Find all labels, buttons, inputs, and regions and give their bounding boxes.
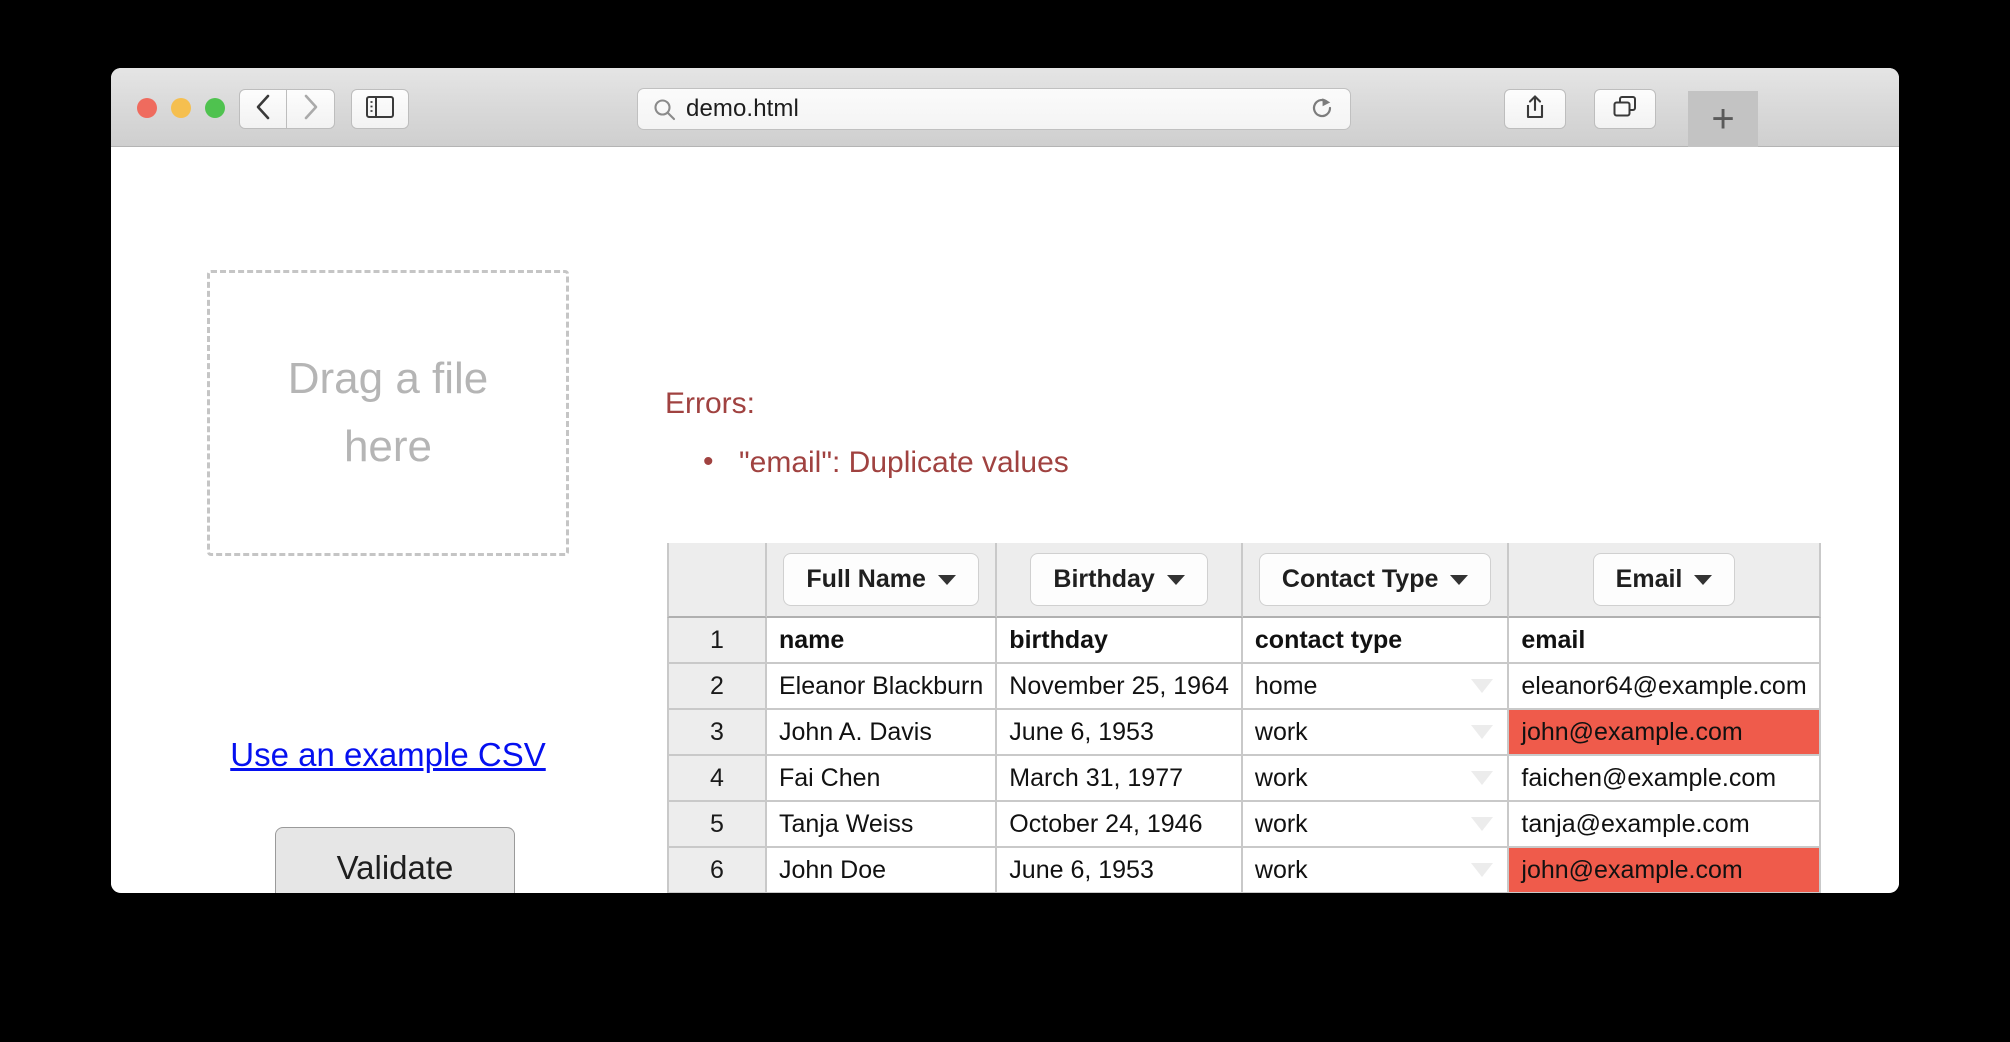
table-row: 5 Tanja Weiss October 24, 1946 work tanja@ex… xyxy=(667,802,1821,848)
share-button[interactable] xyxy=(1504,89,1566,129)
table-cell: John Doe xyxy=(767,848,998,893)
column-header-email: Email xyxy=(1509,543,1821,618)
error-item: "email": Duplicate values xyxy=(665,439,1069,485)
browser-window: demo.html + Drag a file here Use an exam… xyxy=(111,68,1899,893)
use-example-csv-link[interactable]: Use an example CSV xyxy=(223,736,553,774)
page-content: Drag a file here Use an example CSV Vali… xyxy=(111,147,1899,893)
row-number-cell: 6 xyxy=(667,848,767,893)
chevron-down-icon xyxy=(1166,575,1185,586)
table-header: Full Name Birthday Contact Type Email xyxy=(667,543,1821,618)
row-number-cell: 2 xyxy=(667,664,767,710)
table-cell: October 24, 1946 xyxy=(997,802,1243,848)
sidebar-toggle-icon xyxy=(366,95,394,123)
table-cell: eleanor64@example.com xyxy=(1509,664,1821,710)
column-select-label: Birthday xyxy=(1053,565,1155,593)
forward-button[interactable] xyxy=(287,89,335,129)
table-cell: contact type xyxy=(1242,618,1510,664)
address-bar[interactable]: demo.html xyxy=(637,88,1351,130)
new-tab-label: + xyxy=(1711,97,1735,141)
column-header-full-name: Full Name xyxy=(767,543,998,618)
errors-list: "email": Duplicate values xyxy=(665,439,1069,485)
table-cell: June 6, 1953 xyxy=(997,848,1243,893)
tab-overview-icon xyxy=(1612,95,1638,124)
table-cell-error: john@example.com xyxy=(1509,848,1821,893)
forward-chevron-icon xyxy=(303,94,319,125)
chevron-down-icon xyxy=(937,575,956,586)
chevron-down-icon xyxy=(1471,771,1494,785)
reload-button[interactable] xyxy=(1308,96,1336,124)
address-text[interactable]: demo.html xyxy=(686,95,799,123)
table-cell: Fai Chen xyxy=(767,756,998,802)
table-cell-error: john@example.com xyxy=(1509,710,1821,756)
table-cell: work xyxy=(1242,848,1510,893)
search-icon xyxy=(653,98,676,121)
column-select-full-name[interactable]: Full Name xyxy=(783,553,979,606)
browser-toolbar: demo.html + xyxy=(111,68,1899,147)
new-tab-button[interactable]: + xyxy=(1688,91,1758,147)
rownum-corner-cell xyxy=(667,543,767,618)
chevron-down-icon xyxy=(1471,679,1494,693)
row-number-cell: 3 xyxy=(667,710,767,756)
back-chevron-icon xyxy=(255,94,271,125)
table-cell: Eleanor Blackburn xyxy=(767,664,998,710)
back-button[interactable] xyxy=(239,89,287,129)
row-number-cell: 1 xyxy=(667,618,767,664)
table-cell: Tanja Weiss xyxy=(767,802,998,848)
table-row: 2 Eleanor Blackburn November 25, 1964 home e… xyxy=(667,664,1821,710)
csv-preview-table-wrapper: Full Name Birthday Contact Type Email 1 … xyxy=(667,543,1821,893)
table-cell: faichen@example.com xyxy=(1509,756,1821,802)
table-row: 4 Fai Chen March 31, 1977 work faichen@examp… xyxy=(667,756,1821,802)
column-select-label: Email xyxy=(1615,565,1683,593)
chevron-down-icon xyxy=(1450,575,1469,586)
window-controls xyxy=(137,98,225,118)
table-cell: November 25, 1964 xyxy=(997,664,1243,710)
column-header-contact-type: Contact Type xyxy=(1242,543,1510,618)
table-row: 6 John Doe June 6, 1953 work john@example.co… xyxy=(667,848,1821,893)
tab-overview-button[interactable] xyxy=(1594,89,1656,129)
column-mapping-row: Full Name Birthday Contact Type Email xyxy=(667,543,1821,618)
column-select-email[interactable]: Email xyxy=(1592,553,1736,606)
column-select-birthday[interactable]: Birthday xyxy=(1030,553,1208,606)
chevron-down-icon xyxy=(1694,575,1713,586)
table-row: 1 name birthday contact type email xyxy=(667,618,1821,664)
row-number-cell: 5 xyxy=(667,802,767,848)
table-cell: work xyxy=(1242,710,1510,756)
table-cell: birthday xyxy=(997,618,1243,664)
table-body: 1 name birthday contact type email 2 Eleanor B… xyxy=(667,618,1821,893)
file-dropzone[interactable]: Drag a file here xyxy=(207,270,569,556)
table-cell: name xyxy=(767,618,998,664)
chevron-down-icon xyxy=(1471,817,1494,831)
chevron-down-icon xyxy=(1471,863,1494,877)
validate-button[interactable]: Validate xyxy=(275,827,515,893)
maximize-window-button[interactable] xyxy=(205,98,225,118)
errors-heading: Errors: xyxy=(665,387,755,420)
sidebar-toggle-button[interactable] xyxy=(351,89,409,129)
column-select-label: Full Name xyxy=(806,565,926,593)
table-cell: work xyxy=(1242,756,1510,802)
row-number-cell: 4 xyxy=(667,756,767,802)
chevron-down-icon xyxy=(1471,725,1494,739)
csv-preview-table: Full Name Birthday Contact Type Email 1 … xyxy=(667,543,1821,893)
dropzone-label: Drag a file here xyxy=(287,353,489,471)
table-cell: John A. Davis xyxy=(767,710,998,756)
table-cell: home xyxy=(1242,664,1510,710)
table-cell: tanja@example.com xyxy=(1509,802,1821,848)
close-window-button[interactable] xyxy=(137,98,157,118)
table-cell: email xyxy=(1509,618,1821,664)
table-cell: March 31, 1977 xyxy=(997,756,1243,802)
column-header-birthday: Birthday xyxy=(997,543,1243,618)
table-cell: work xyxy=(1242,802,1510,848)
minimize-window-button[interactable] xyxy=(171,98,191,118)
navigation-buttons xyxy=(239,89,335,129)
share-icon xyxy=(1523,94,1547,125)
reload-icon xyxy=(1309,95,1335,126)
table-row: 3 John A. Davis June 6, 1953 work john@examp… xyxy=(667,710,1821,756)
table-cell: June 6, 1953 xyxy=(997,710,1243,756)
column-select-label: Contact Type xyxy=(1281,565,1439,593)
column-select-contact-type[interactable]: Contact Type xyxy=(1258,553,1492,606)
